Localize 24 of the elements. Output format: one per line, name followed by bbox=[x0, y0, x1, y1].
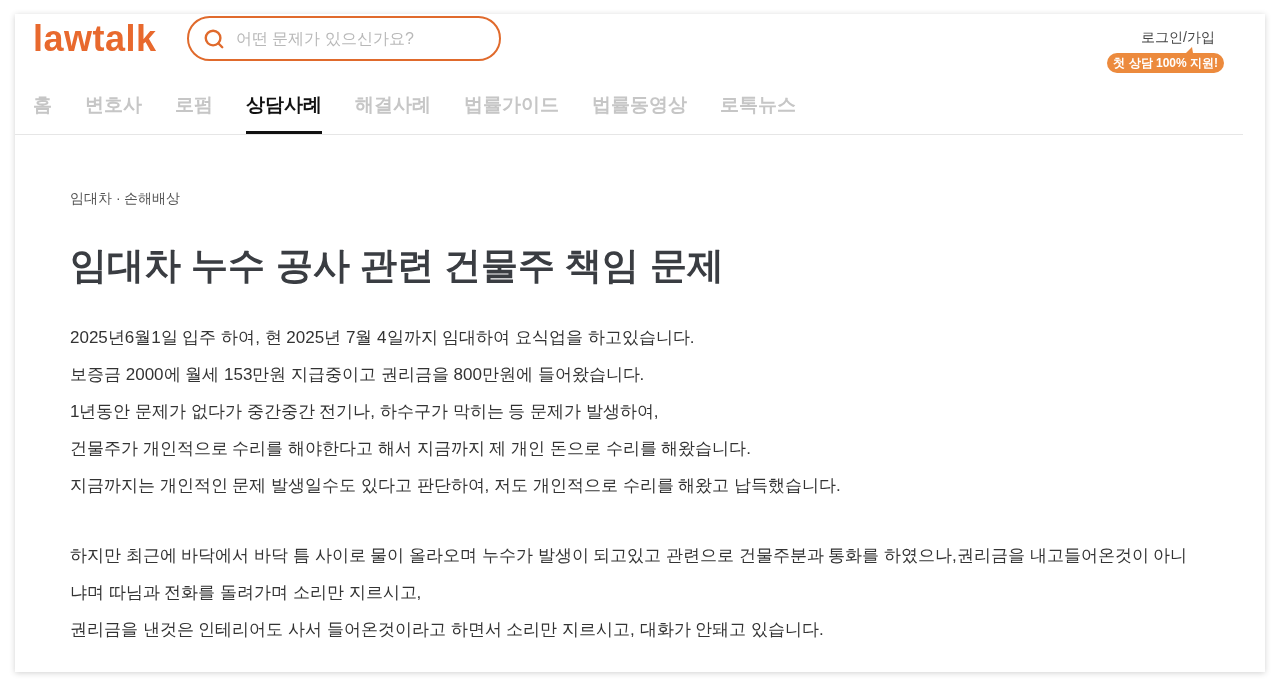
nav-tab[interactable]: 법률동영상 bbox=[592, 71, 687, 134]
nav-tab[interactable]: 해결사례 bbox=[355, 71, 431, 134]
search-icon bbox=[203, 27, 225, 50]
body-text: 2025년6월1일 입주 하여, 현 2025년 7월 4일까지 임대하여 요식업을 하고있습니다. bbox=[70, 327, 696, 349]
body-text: 권리금을 낸것은 인테리어도 사서 들어온것이라고 하면서 소리만 지르시고, 대화가 안돼고 있습니다. bbox=[70, 619, 825, 641]
body-text: 1년동안 문제가 없다가 중간중간 전기나, 하수구가 막히는 등 문제가 발생하여, bbox=[70, 401, 660, 423]
article-title: 임대차 누수 공사 관련 건물주 책임 문제 bbox=[70, 244, 724, 288]
nav-tab[interactable]: 로톡뉴스 bbox=[720, 71, 796, 134]
search-input[interactable]: 어떤 문제가 있으신가요? bbox=[236, 26, 483, 51]
nav-tab[interactable]: 변호사 bbox=[85, 71, 142, 134]
speech-tail-icon bbox=[1186, 47, 1194, 53]
search-bar[interactable]: 어떤 문제가 있으신가요? bbox=[187, 16, 501, 61]
body-text: 하지만 최근에 바닥에서 바닥 틈 사이로 물이 올라오며 누수가 발생이 되고있고 관련으로 건물주분과 통화를 하였으나,권리금을 내고들어온것이 아니냐며 따님과 전화를 돌려가며 소리만 지르시고, bbox=[70, 545, 1189, 604]
nav-tab[interactable]: 상담사례 bbox=[246, 71, 322, 134]
login-link[interactable]: 로그인/가입 bbox=[1141, 28, 1215, 46]
body-text: 지금까지는 개인적인 문제 발생일수도 있다고 판단하여, 저도 개인적으로 수리를 해왔고 납득했습니다. bbox=[70, 475, 842, 497]
nav-tab[interactable]: 홈 bbox=[33, 71, 52, 134]
nav-tab[interactable]: 로펌 bbox=[175, 71, 213, 134]
breadcrumb: 임대차 · 손해배상 bbox=[70, 189, 181, 208]
body-text: 건물주가 개인적으로 수리를 해야한다고 해서 지금까지 제 개인 돈으로 수리를 해왔습니다. bbox=[70, 438, 752, 460]
body-text: 보증금 2000에 월세 153만원 지급중이고 권리금을 800만원에 들어왔습니다. bbox=[70, 364, 646, 386]
logo[interactable]: lawtalk bbox=[33, 18, 157, 60]
nav-tab[interactable]: 법률가이드 bbox=[464, 71, 559, 134]
promo-badge: 첫 상담 100% 지원! bbox=[1107, 53, 1224, 73]
